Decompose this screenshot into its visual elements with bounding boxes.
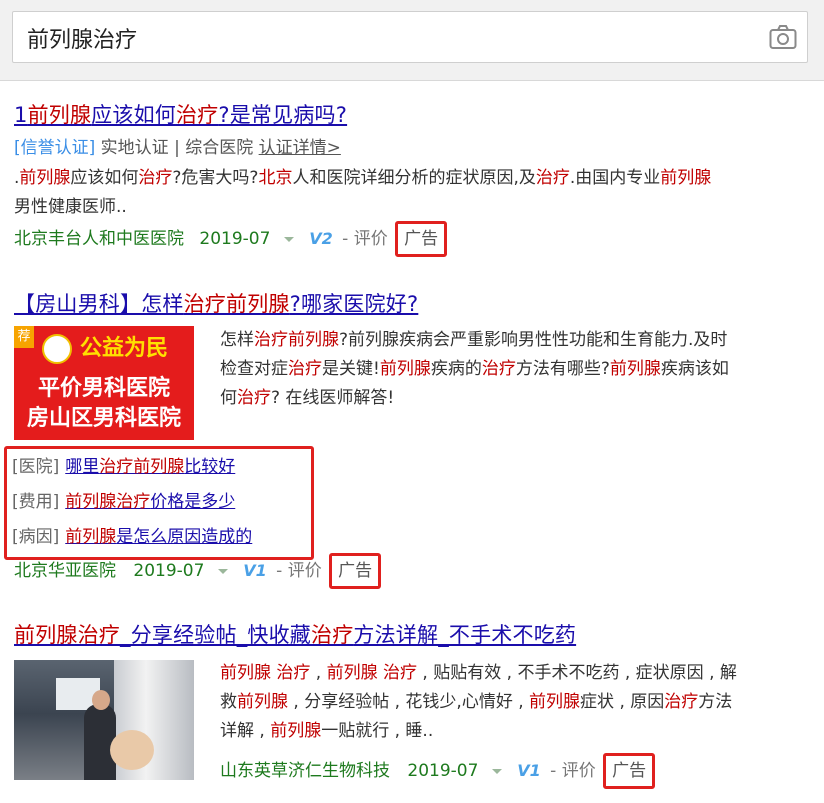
highlighted-term: 前列腺 治疗 [326, 663, 418, 683]
desc-line: 详解 , 前列腺一贴就行 , 睡.. [220, 717, 820, 746]
text-run: 一贴就行 , 睡.. [321, 721, 434, 741]
text-run: 方法详解_不手术不吃药 [353, 623, 577, 647]
ad-label: 广告 [603, 753, 656, 789]
highlighted-term: 前列腺 治疗 [220, 663, 311, 683]
highlighted-term: 前列腺 [529, 692, 581, 712]
desc-line: 前列腺 治疗 , 前列腺 治疗 , 贴贴有效 , 不手术不吃药 , 症状原因 ,… [220, 659, 820, 688]
result-meta: 山东英草济仁生物科技 2019-07 V1 - 评价 广告 [220, 753, 656, 789]
verified-badge-icon[interactable]: V1 [517, 759, 541, 783]
hand-image [110, 730, 154, 770]
highlighted-term: 治疗 [311, 623, 354, 647]
highlighted-term: 前列腺 [237, 692, 288, 712]
text-run: _分享经验帖_快收藏 [120, 623, 311, 647]
result-title[interactable]: 前列腺治疗_分享经验帖_快收藏治疗方法详解_不手术不吃药 [14, 621, 576, 649]
text-run: , 贴贴有效 , 不手术不吃药 , 症状原因 , 解 [417, 663, 737, 683]
text-run: , [310, 663, 327, 683]
text-run: 方法 [698, 692, 733, 712]
result-date: 2019-07 [407, 761, 479, 781]
desc-line: 救前列腺 , 分享经验帖 , 花钱少,心情好 , 前列腺症状 , 原因治疗方法 [220, 688, 820, 717]
text-run: 救 [220, 692, 237, 712]
text-run: , 分享经验帖 , 花钱少,心情好 , [288, 692, 530, 712]
ad-image[interactable] [14, 660, 194, 780]
result-description: 前列腺 治疗 , 前列腺 治疗 , 贴贴有效 , 不手术不吃药 , 症状原因 ,… [220, 659, 820, 746]
review-link[interactable]: - 评价 [550, 759, 596, 783]
chevron-down-icon[interactable] [491, 768, 502, 774]
result-source[interactable]: 山东英草济仁生物科技 [220, 759, 390, 783]
highlighted-term: 治疗 [664, 692, 699, 712]
highlighted-term: 前列腺治疗 [14, 623, 120, 647]
search-result-3: 前列腺治疗_分享经验帖_快收藏治疗方法详解_不手术不吃药 前列腺 治疗 , 前列… [0, 0, 824, 803]
text-run: 详解 , [220, 721, 271, 741]
highlighted-term: 前列腺 [270, 721, 322, 741]
text-run: 症状 , 原因 [580, 692, 665, 712]
person-head-image [92, 690, 110, 710]
